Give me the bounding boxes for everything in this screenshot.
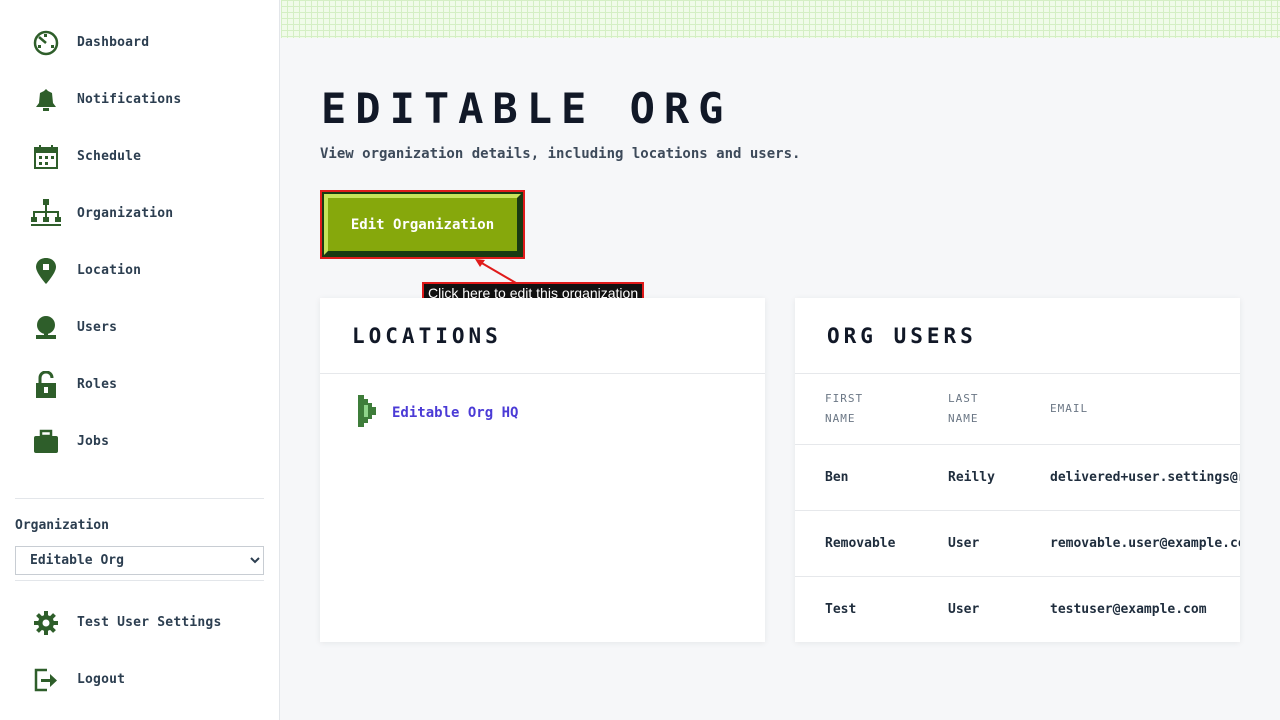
- column-header-email: Email: [1020, 374, 1240, 445]
- org-chart-icon: [30, 198, 62, 230]
- org-select[interactable]: Editable Org: [15, 546, 264, 575]
- cell-last-name: User: [918, 510, 1020, 577]
- cell-first-name: Removable: [795, 510, 918, 577]
- bell-icon: [30, 84, 62, 116]
- sidebar-divider: [15, 580, 264, 581]
- sidebar-item-user-settings[interactable]: Test User Settings: [0, 594, 280, 651]
- location-link[interactable]: Editable Org HQ: [357, 394, 765, 432]
- column-header-label: Email: [1050, 401, 1089, 415]
- map-pin-icon: [30, 255, 62, 287]
- sidebar-item-label: Schedule: [77, 149, 142, 164]
- org-users-title: ORG USERS: [827, 323, 977, 348]
- sidebar-item-users[interactable]: Users: [0, 299, 280, 356]
- sidebar-item-label: Test User Settings: [77, 615, 222, 630]
- sidebar-item-organization[interactable]: Organization: [0, 185, 280, 242]
- page-title: EDITABLE ORG: [321, 84, 733, 133]
- sidebar-nav: Dashboard Notifications Schedule Organiz…: [0, 14, 280, 492]
- sidebar: Dashboard Notifications Schedule Organiz…: [0, 0, 280, 720]
- org-users-table: First Name Last Name Email Ben Reilly de…: [795, 374, 1240, 642]
- sidebar-divider: [15, 498, 264, 499]
- page-subtitle: View organization details, including loc…: [320, 146, 801, 162]
- org-select-label: Organization: [15, 518, 109, 533]
- sidebar-item-schedule[interactable]: Schedule: [0, 128, 280, 185]
- lock-icon: [30, 369, 62, 401]
- table-row[interactable]: Test User testuser@example.com: [795, 576, 1240, 642]
- sidebar-bottom-nav: Test User Settings Logout: [0, 594, 280, 708]
- cell-email: delivered+user.settings@res: [1020, 444, 1240, 511]
- sidebar-item-logout[interactable]: Logout: [0, 651, 280, 708]
- edit-organization-highlight: Edit Organization: [320, 190, 525, 259]
- sidebar-item-notifications[interactable]: Notifications: [0, 71, 280, 128]
- sidebar-item-label: Location: [77, 263, 142, 278]
- location-link-label: Editable Org HQ: [392, 405, 519, 421]
- gear-icon: [30, 607, 62, 639]
- table-row[interactable]: Ben Reilly delivered+user.settings@res: [795, 444, 1240, 511]
- sidebar-item-label: Jobs: [77, 434, 110, 449]
- cell-first-name: Test: [825, 601, 857, 617]
- cell-email: removable.user@example.com: [1020, 510, 1240, 577]
- sidebar-item-label: Roles: [77, 377, 118, 392]
- column-header-label: Last Name: [948, 391, 979, 425]
- locations-title: LOCATIONS: [352, 323, 502, 348]
- org-users-card: ORG USERS First Name Last Name Email Ben…: [795, 298, 1240, 642]
- sidebar-item-label: Dashboard: [77, 35, 150, 50]
- table-header-row: First Name Last Name Email: [795, 374, 1240, 445]
- calendar-icon: [30, 141, 62, 173]
- cell-last-name: Reilly: [918, 444, 1020, 511]
- sidebar-item-label: Logout: [77, 672, 126, 687]
- sidebar-item-label: Organization: [77, 206, 174, 221]
- sidebar-item-location[interactable]: Location: [0, 242, 280, 299]
- locations-card: LOCATIONS Editable Org HQ: [320, 298, 765, 642]
- column-header-last-name: Last Name: [918, 374, 1020, 445]
- sidebar-item-roles[interactable]: Roles: [0, 356, 280, 413]
- logout-icon: [30, 664, 62, 696]
- sidebar-item-label: Users: [77, 320, 118, 335]
- cell-first-name: Ben: [795, 444, 918, 511]
- briefcase-icon: [30, 426, 62, 458]
- org-users-card-header: ORG USERS: [795, 298, 1240, 374]
- cell-last-name: User: [948, 601, 980, 617]
- column-header-first-name: First Name: [795, 374, 918, 445]
- edit-organization-button[interactable]: Edit Organization: [324, 194, 521, 255]
- column-header-label: First Name: [825, 391, 864, 425]
- location-marker-icon: [357, 394, 379, 432]
- main-content: EDITABLE ORG View organization details, …: [281, 0, 1280, 720]
- sidebar-item-dashboard[interactable]: Dashboard: [0, 14, 280, 71]
- locations-card-header: LOCATIONS: [320, 298, 765, 374]
- cell-email: testuser@example.com: [1050, 601, 1207, 617]
- sidebar-item-label: Notifications: [77, 92, 182, 107]
- header-grid-pattern: [281, 0, 1280, 38]
- sidebar-item-jobs[interactable]: Jobs: [0, 413, 280, 470]
- dashboard-icon: [30, 27, 62, 59]
- table-row[interactable]: Removable User removable.user@example.co…: [795, 510, 1240, 577]
- user-icon: [30, 312, 62, 344]
